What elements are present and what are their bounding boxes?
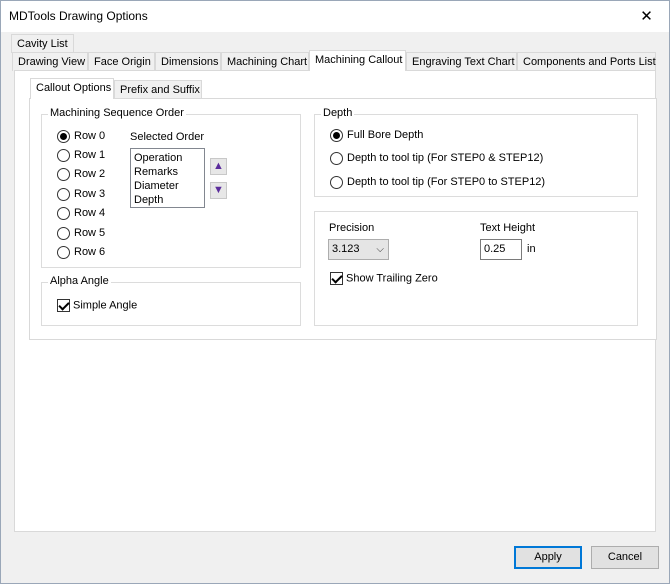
show-trailing-zero-checkbox[interactable]: Show Trailing Zero xyxy=(330,272,438,288)
list-item[interactable]: Depth xyxy=(134,193,201,207)
radio-full-bore-depth[interactable]: Full Bore Depth xyxy=(330,128,423,144)
radio-dot xyxy=(330,151,343,165)
simple-angle-checkbox[interactable]: Simple Angle xyxy=(57,299,137,315)
radio-dot xyxy=(330,128,343,142)
move-down-icon[interactable]: ▼ xyxy=(210,182,227,199)
tab-face-origin[interactable]: Face Origin xyxy=(88,52,155,71)
alpha-angle-title: Alpha Angle xyxy=(48,275,111,287)
radio-row-6[interactable]: Row 6 xyxy=(57,245,105,261)
radio-row-3[interactable]: Row 3 xyxy=(57,187,105,203)
chevron-down-icon: ⌵ xyxy=(376,244,384,255)
tab-machining-callout[interactable]: Machining Callout xyxy=(309,50,406,71)
window-title: MDTools Drawing Options xyxy=(9,9,148,23)
radio-dot xyxy=(57,245,70,259)
text-height-label: Text Height xyxy=(480,222,536,234)
radio-label: Row 1 xyxy=(74,149,106,161)
radio-label: Depth to tool tip (For STEP0 to STEP12) xyxy=(347,176,546,188)
radio-depth-tool-tip-step0-and-step12[interactable]: Depth to tool tip (For STEP0 & STEP12) xyxy=(330,151,543,167)
radio-label: Row 0 xyxy=(74,130,106,142)
tab-components-ports-list[interactable]: Components and Ports List xyxy=(517,52,656,71)
radio-dot xyxy=(57,129,70,143)
text-height-unit: in xyxy=(527,243,536,255)
text-height-input[interactable]: 0.25 xyxy=(480,239,522,260)
selected-order-label: Selected Order xyxy=(130,131,204,143)
dialog-window: MDTools Drawing Options ✕ Cavity List Dr… xyxy=(0,0,670,584)
subtab-prefix-suffix[interactable]: Prefix and Suffix xyxy=(114,80,202,99)
precision-label: Precision xyxy=(329,222,375,234)
list-item[interactable]: Remarks xyxy=(134,165,201,179)
radio-row-0[interactable]: Row 0 xyxy=(57,129,105,145)
tab-dimensions[interactable]: Dimensions xyxy=(155,52,221,71)
radio-label: Row 3 xyxy=(74,188,106,200)
radio-row-4[interactable]: Row 4 xyxy=(57,206,105,222)
checkbox-box xyxy=(330,272,343,285)
radio-label: Row 2 xyxy=(74,168,106,180)
radio-row-1[interactable]: Row 1 xyxy=(57,148,105,164)
list-item[interactable]: Diameter xyxy=(134,179,201,193)
checkbox-box xyxy=(57,299,70,312)
radio-dot xyxy=(57,206,70,220)
depth-group-title: Depth xyxy=(321,107,355,119)
tab-drawing-view[interactable]: Drawing View xyxy=(12,52,88,71)
simple-angle-label: Simple Angle xyxy=(73,299,138,312)
show-trailing-zero-label: Show Trailing Zero xyxy=(346,272,438,285)
radio-dot xyxy=(57,226,70,240)
cancel-button[interactable]: Cancel xyxy=(591,546,659,569)
radio-label: Row 4 xyxy=(74,207,106,219)
move-up-icon[interactable]: ▲ xyxy=(210,158,227,175)
apply-button[interactable]: Apply xyxy=(514,546,582,569)
radio-row-5[interactable]: Row 5 xyxy=(57,226,105,242)
radio-label: Full Bore Depth xyxy=(347,129,424,141)
close-icon[interactable]: ✕ xyxy=(624,1,669,32)
radio-row-2[interactable]: Row 2 xyxy=(57,167,105,183)
precision-select[interactable]: 3.123 ⌵ xyxy=(328,239,389,260)
list-item[interactable]: Operation xyxy=(134,151,201,165)
selected-order-list[interactable]: Operation Remarks Diameter Depth xyxy=(130,148,205,208)
radio-depth-tool-tip-step0-to-step12[interactable]: Depth to tool tip (For STEP0 to STEP12) xyxy=(330,175,545,191)
subtab-callout-options[interactable]: Callout Options xyxy=(30,78,114,99)
precision-value: 3.123 xyxy=(332,243,360,255)
tab-engraving-text-chart[interactable]: Engraving Text Chart xyxy=(406,52,517,71)
radio-dot xyxy=(57,167,70,181)
sequence-group-title: Machining Sequence Order xyxy=(48,107,186,119)
radio-label: Depth to tool tip (For STEP0 & STEP12) xyxy=(347,152,544,164)
radio-dot xyxy=(57,187,70,201)
radio-label: Row 6 xyxy=(74,246,106,258)
radio-dot xyxy=(57,148,70,162)
title-bar: MDTools Drawing Options ✕ xyxy=(1,1,669,32)
tab-cavity-list[interactable]: Cavity List xyxy=(11,34,74,53)
radio-dot xyxy=(330,175,343,189)
radio-label: Row 5 xyxy=(74,227,106,239)
tab-machining-chart[interactable]: Machining Chart xyxy=(221,52,309,71)
